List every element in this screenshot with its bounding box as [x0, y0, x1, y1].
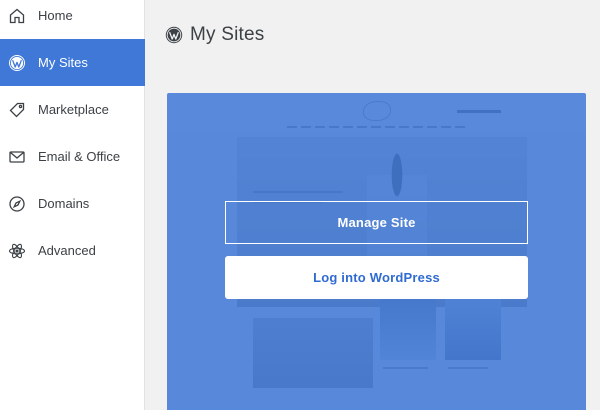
site-card: Manage Site Log into WordPress	[167, 93, 586, 410]
log-into-wordpress-button[interactable]: Log into WordPress	[225, 256, 528, 299]
manage-site-button[interactable]: Manage Site	[225, 201, 528, 244]
page-header: My Sites	[165, 24, 264, 46]
wordpress-icon	[165, 26, 183, 44]
compass-icon	[8, 195, 26, 213]
main-content: My Sites Manage Site Log into WordPress	[146, 0, 600, 410]
sidebar-item-label: Marketplace	[38, 102, 109, 117]
card-overlay	[167, 93, 586, 410]
sidebar-item-email-office[interactable]: Email & Office	[0, 133, 145, 180]
sidebar-item-domains[interactable]: Domains	[0, 180, 145, 227]
sidebar-item-label: My Sites	[38, 55, 88, 70]
sidebar-item-marketplace[interactable]: Marketplace	[0, 86, 145, 133]
sidebar-item-label: Domains	[38, 196, 90, 211]
sidebar-item-my-sites[interactable]: My Sites	[0, 39, 145, 86]
page-title: My Sites	[190, 24, 265, 45]
sidebar-item-advanced[interactable]: Advanced	[0, 227, 145, 274]
sidebar-item-label: Home	[38, 8, 73, 23]
wordpress-icon	[8, 54, 26, 72]
sidebar: Home My Sites Marketplace Email & Office…	[0, 0, 145, 410]
sidebar-item-label: Advanced	[38, 243, 96, 258]
atom-icon	[8, 242, 26, 260]
sidebar-item-label: Email & Office	[38, 149, 121, 164]
home-icon	[8, 7, 26, 25]
sidebar-item-home[interactable]: Home	[0, 0, 145, 39]
tag-icon	[8, 101, 26, 119]
envelope-icon	[8, 148, 26, 166]
